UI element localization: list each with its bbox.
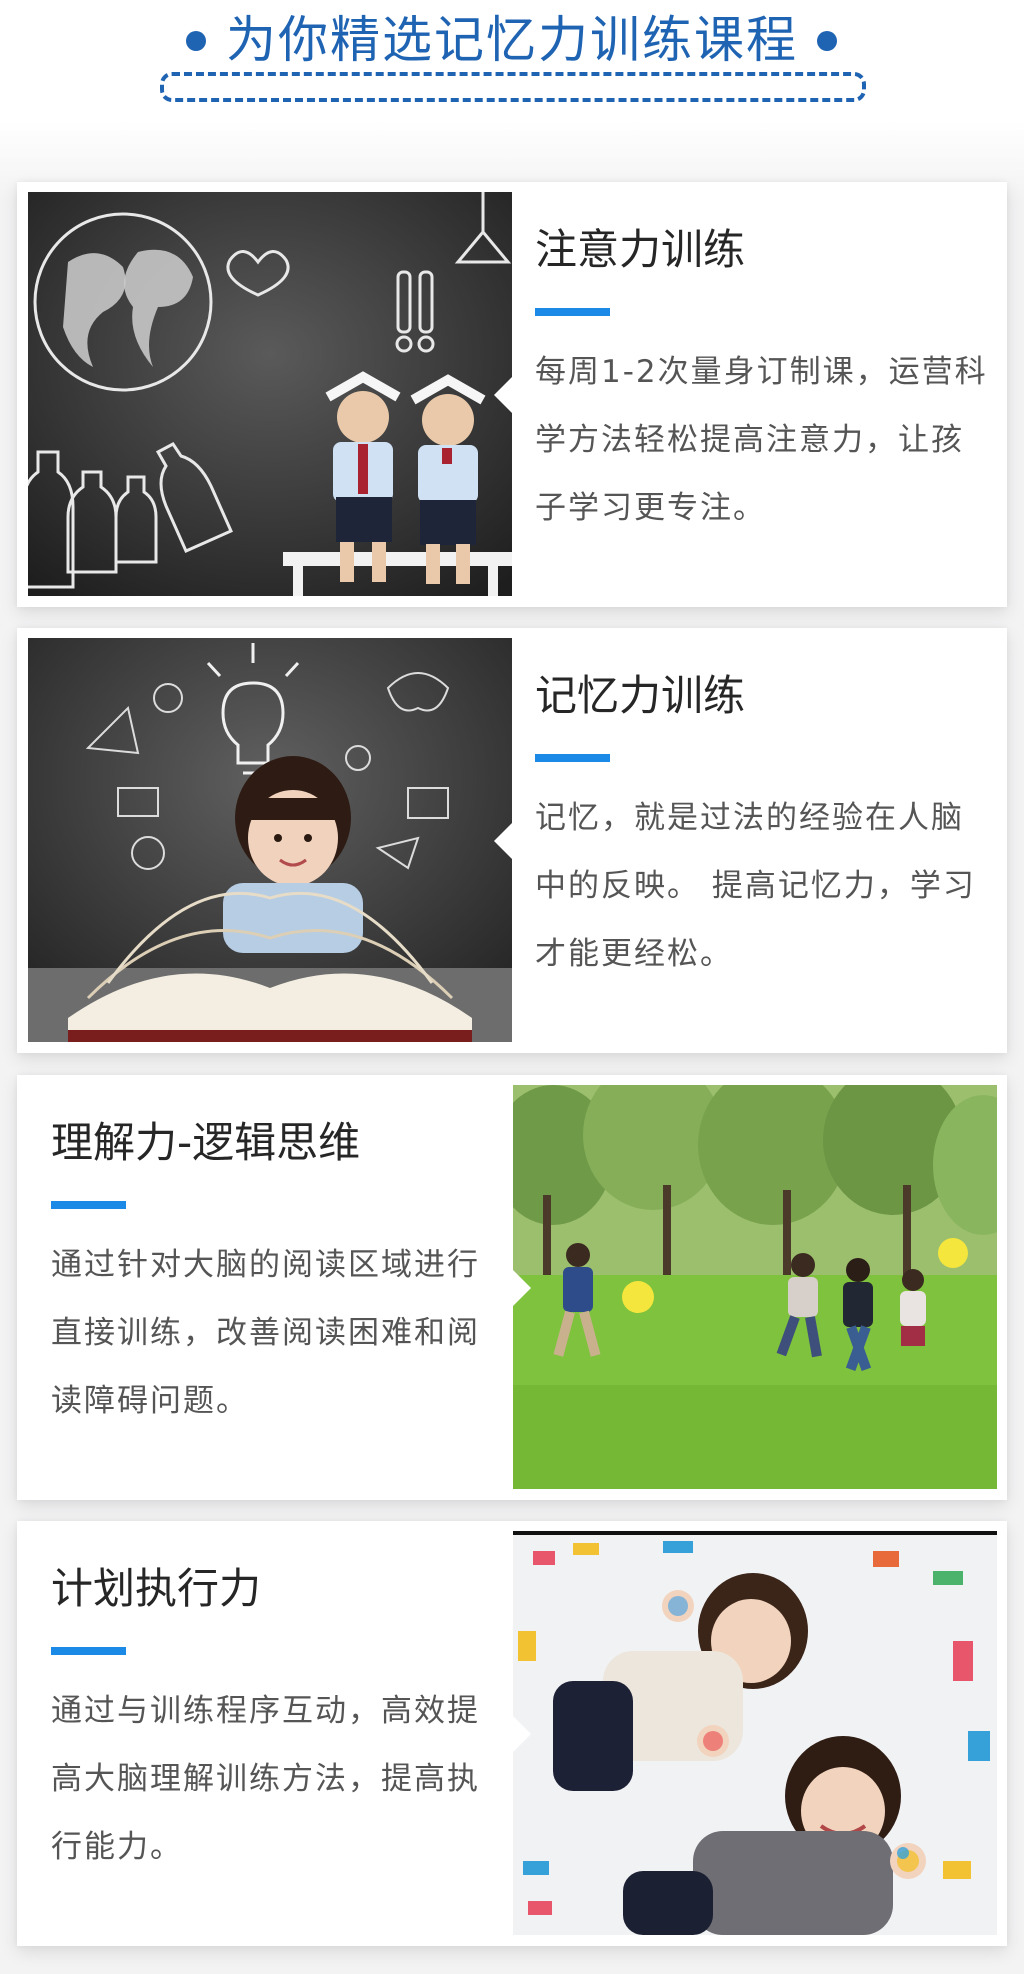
course-card-attention[interactable]: 注意力训练 每周1-2次量身订制课，运营科学方法轻松提高注意力，让孩子学习更专注…	[17, 182, 1007, 607]
course-photo-attention	[28, 192, 512, 596]
header-dot-right	[817, 31, 837, 51]
card-notch	[494, 823, 512, 859]
course-card-logic[interactable]: 理解力-逻辑思维 通过针对大脑的阅读区域进行直接训练，改善阅读困难和阅读障碍问题…	[17, 1075, 1007, 1500]
header-dashed-frame	[160, 72, 866, 102]
course-title: 计划执行力	[51, 1564, 262, 1613]
course-text-logic: 理解力-逻辑思维 通过针对大脑的阅读区域进行直接训练，改善阅读困难和阅读障碍问题…	[51, 1093, 511, 1435]
course-text-memory: 记忆力训练 记忆，就是过法的经验在人脑中的反映。 提高记忆力，学习才能更经松。	[535, 646, 995, 988]
card-notch	[513, 1716, 531, 1752]
course-description: 通过针对大脑的阅读区域进行直接训练，改善阅读困难和阅读障碍问题。	[51, 1247, 480, 1419]
course-text-execution: 计划执行力 通过与训练程序互动，高效提高大脑理解训练方法，提高执行能力。	[51, 1539, 511, 1881]
course-title: 记忆力训练	[535, 671, 746, 720]
course-description: 记忆，就是过法的经验在人脑中的反映。 提高记忆力，学习才能更经松。	[535, 800, 976, 972]
course-photo-execution	[513, 1531, 997, 1935]
card-notch	[494, 377, 512, 413]
title-accent-bar	[535, 308, 610, 316]
page-title: 为你精选记忆力训练课程	[226, 11, 798, 69]
section-header: 为你精选记忆力训练课程	[0, 0, 1024, 110]
course-card-memory[interactable]: 记忆力训练 记忆，就是过法的经验在人脑中的反映。 提高记忆力，学习才能更经松。	[17, 628, 1007, 1053]
title-accent-bar	[51, 1201, 126, 1209]
course-photo-memory	[28, 638, 512, 1042]
course-description: 通过与训练程序互动，高效提高大脑理解训练方法，提高执行能力。	[51, 1693, 480, 1865]
title-accent-bar	[535, 754, 610, 762]
course-card-execution[interactable]: 计划执行力 通过与训练程序互动，高效提高大脑理解训练方法，提高执行能力。	[17, 1521, 1007, 1946]
course-title: 理解力-逻辑思维	[51, 1118, 361, 1167]
course-photo-logic	[513, 1085, 997, 1489]
course-text-attention: 注意力训练 每周1-2次量身订制课，运营科学方法轻松提高注意力，让孩子学习更专注…	[535, 200, 995, 542]
title-accent-bar	[51, 1647, 126, 1655]
course-description: 每周1-2次量身订制课，运营科学方法轻松提高注意力，让孩子学习更专注。	[535, 354, 988, 526]
course-title: 注意力训练	[535, 225, 746, 274]
card-notch	[513, 1270, 531, 1306]
